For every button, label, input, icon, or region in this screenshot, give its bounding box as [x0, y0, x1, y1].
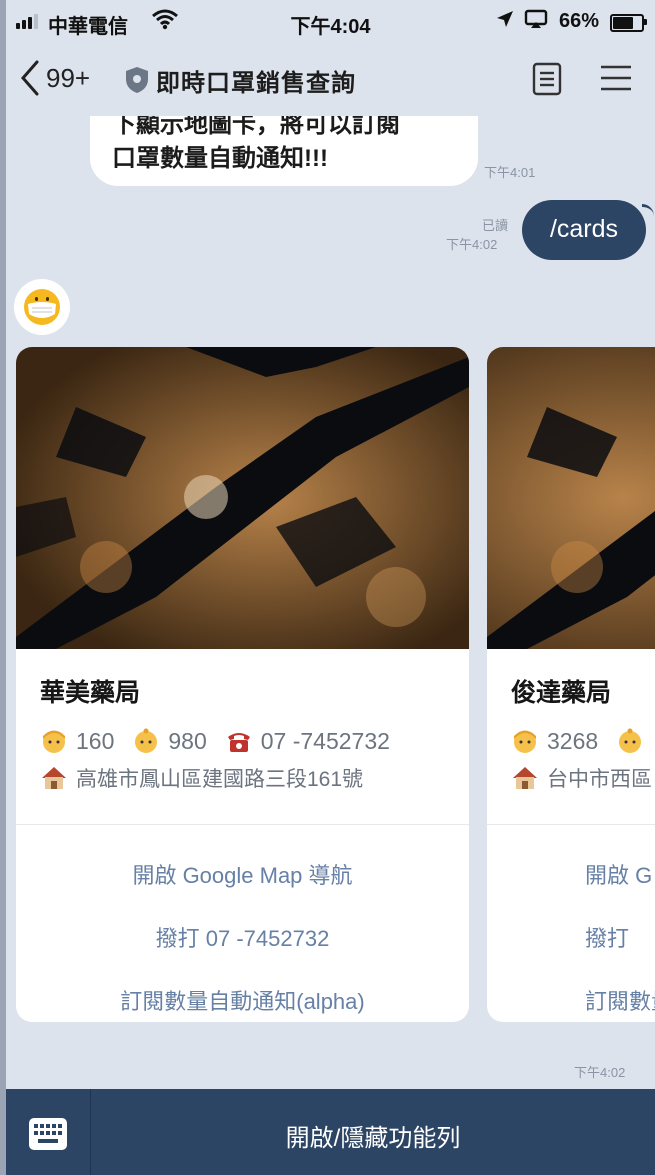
outgoing-message-bubble[interactable]: /cards — [522, 200, 646, 260]
screen-mirror-icon — [524, 9, 548, 35]
chat-header: 99+ 即時口罩銷售查詢 — [6, 44, 655, 116]
battery-tip — [644, 19, 647, 25]
toggle-menu-label: 開啟/隱藏功能列 — [285, 1125, 461, 1152]
bot-avatar[interactable] — [14, 279, 70, 335]
adult-icon — [514, 730, 536, 753]
subscribe-notification-button[interactable]: 訂閱數量自動通知(alpha) — [16, 978, 469, 1022]
google-map-navigation-button[interactable]: 開啟 G — [487, 852, 655, 900]
incoming-message-line: 口罩數量自動通知!!! — [112, 145, 328, 172]
mask-stock-row: 3268 — [511, 725, 652, 757]
pharmacy-card: 俊達藥局 3268 台中市西區 開啟 G 撥打 訂閱數量 — [487, 347, 655, 1022]
pharmacy-address: 高雄市鳳山區建國路三段161號 — [76, 768, 364, 791]
adult-icon — [43, 730, 65, 753]
chat-title: 即時口罩銷售查詢 — [156, 70, 356, 97]
incoming-message-time: 下午4:01 — [484, 165, 536, 180]
hamburger-menu-icon[interactable] — [599, 64, 633, 97]
card-divider — [487, 824, 655, 825]
child-icon — [619, 728, 642, 753]
mask-stock-row: 160 980 07 -7452732 — [40, 725, 408, 757]
outgoing-message-time: 下午4:02 — [446, 237, 498, 252]
pharmacy-address: 台中市西區 — [547, 768, 652, 791]
house-icon — [42, 767, 66, 789]
pharmacy-phone: 07 -7452732 — [260, 727, 390, 754]
house-icon — [513, 767, 537, 789]
pharmacy-name: 俊達藥局 — [511, 679, 612, 707]
card-divider — [16, 824, 469, 825]
subscribe-notification-button[interactable]: 訂閱數量 — [487, 978, 655, 1022]
keyboard-icon — [29, 1118, 67, 1150]
battery-icon — [610, 14, 644, 32]
google-map-navigation-button[interactable]: 開啟 Google Map 導航 — [16, 852, 469, 900]
battery-percentage: 66% — [559, 10, 600, 32]
adult-mask-count: 160 — [76, 727, 115, 754]
call-pharmacy-button[interactable]: 撥打 07 -7452732 — [16, 915, 469, 963]
status-time: 下午4:04 — [290, 16, 371, 38]
address-row: 台中市西區 — [511, 762, 652, 794]
phone-icon — [227, 733, 250, 752]
bottom-bar: 開啟/隱藏功能列 — [6, 1089, 655, 1175]
city-night-map-image — [487, 347, 655, 649]
child-mask-count: 980 — [168, 727, 207, 754]
toggle-menu-button[interactable]: 開啟/隱藏功能列 — [91, 1089, 655, 1175]
carousel-message-time: 下午4:02 — [574, 1065, 626, 1080]
chevron-left-icon — [21, 60, 39, 96]
shield-icon — [124, 66, 150, 99]
adult-mask-count: 3268 — [547, 727, 599, 754]
call-pharmacy-button[interactable]: 撥打 — [487, 915, 655, 963]
back-button[interactable]: 99+ — [20, 56, 120, 100]
location-arrow-icon — [496, 10, 514, 33]
pharmacy-card: 華美藥局 160 980 07 -7452732 高雄市鳳山區建國路三段161號… — [16, 347, 469, 1022]
outgoing-message-text: /cards — [549, 215, 619, 243]
child-icon — [135, 728, 158, 753]
pharmacy-name: 華美藥局 — [40, 679, 141, 707]
address-row: 高雄市鳳山區建國路三段161號 — [40, 762, 363, 794]
mask-face-icon — [24, 289, 60, 325]
status-bar: 中華電信 下午4:04 66% — [6, 0, 655, 44]
unread-count: 99+ — [46, 62, 91, 93]
keyboard-button[interactable] — [6, 1089, 91, 1175]
city-night-map-image — [16, 347, 469, 649]
battery-level-fill — [613, 17, 633, 29]
notes-icon[interactable] — [532, 62, 562, 101]
chat-screen: 中華電信 下午4:04 66% 下顯示地圖卡，將可以訂閱 口罩數量自動通知!!! — [6, 0, 655, 1175]
incoming-message-text: 下顯示地圖卡，將可以訂閱 口罩數量自動通知!!! — [112, 108, 462, 176]
read-receipt: 已讀 — [482, 218, 509, 233]
outgoing-bubble-tail — [642, 204, 654, 221]
